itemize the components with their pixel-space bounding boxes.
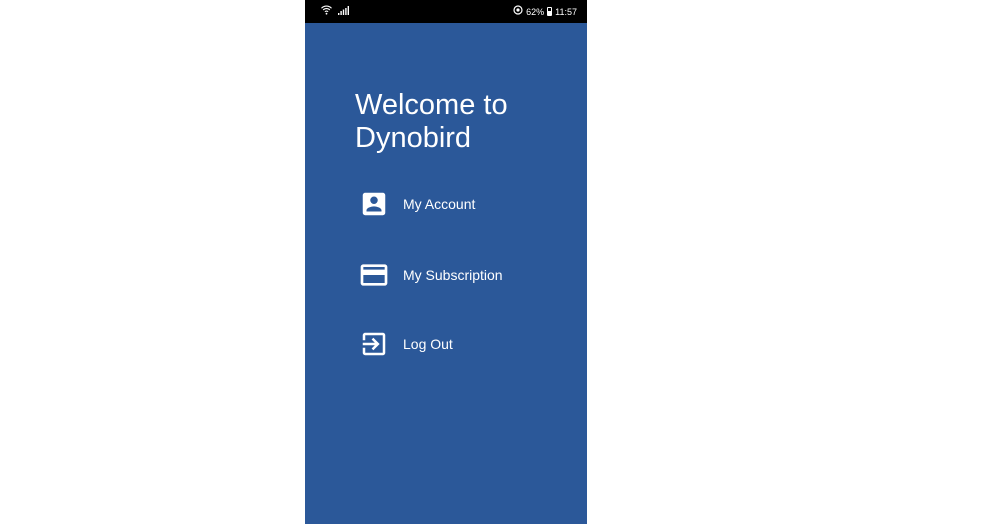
battery-icon bbox=[547, 7, 553, 16]
menu-item-my-account[interactable]: My Account bbox=[358, 188, 475, 220]
menu-item-label: My Account bbox=[403, 196, 476, 212]
phone-screen: 62% 11:57 Welcome to Dynobird My Account… bbox=[305, 0, 587, 524]
credit-card-icon bbox=[358, 259, 390, 291]
account-box-icon bbox=[358, 188, 390, 220]
navigation-drawer: Welcome to Dynobird My Account My Subscr… bbox=[305, 23, 587, 524]
status-left bbox=[321, 5, 349, 17]
menu-item-label: My Subscription bbox=[403, 267, 503, 283]
status-right: 62% 11:57 bbox=[513, 5, 577, 18]
menu-item-my-subscription[interactable]: My Subscription bbox=[358, 259, 503, 291]
signal-icon bbox=[338, 5, 349, 17]
clock: 11:57 bbox=[555, 6, 577, 17]
menu-item-log-out[interactable]: Log Out bbox=[358, 328, 453, 360]
welcome-title: Welcome to Dynobird bbox=[355, 89, 508, 154]
status-bar: 62% 11:57 bbox=[305, 0, 587, 23]
sync-icon bbox=[513, 5, 523, 18]
battery-percent: 62% bbox=[526, 6, 545, 17]
exit-to-app-icon bbox=[358, 328, 390, 360]
wifi-icon bbox=[321, 5, 332, 17]
menu-item-label: Log Out bbox=[403, 336, 453, 352]
